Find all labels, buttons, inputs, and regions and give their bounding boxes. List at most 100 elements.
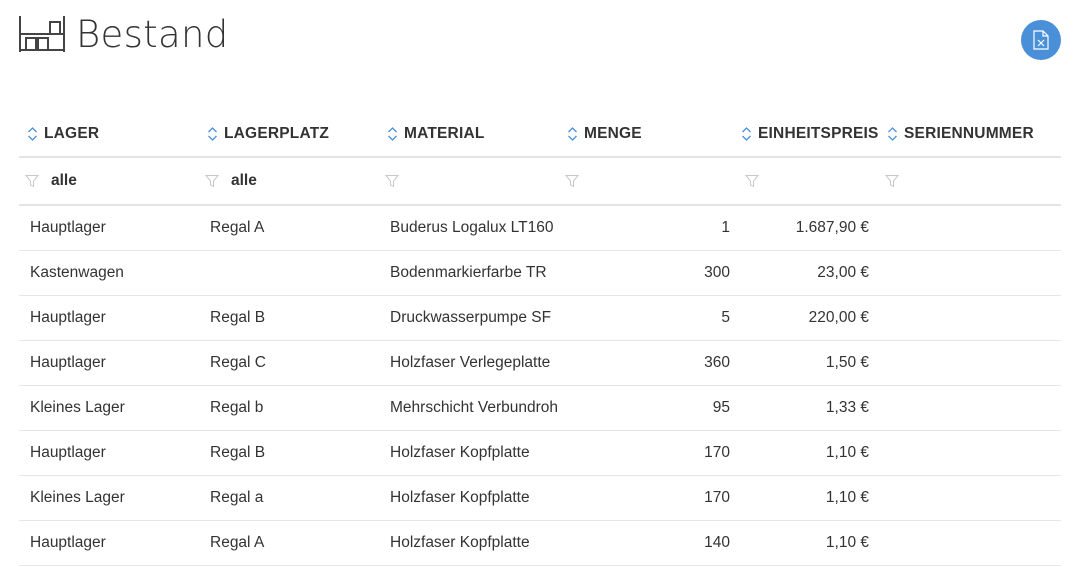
cell-text: Kleines Lager — [30, 399, 125, 416]
sort-icon[interactable] — [887, 126, 898, 142]
table-row[interactable]: Kleines Lager Regal b Mehrschicht Verbundr… — [19, 386, 1061, 431]
filter-icon[interactable] — [205, 174, 219, 188]
cell-text: Hauptlager — [30, 219, 106, 236]
warehouse-shelf-icon — [19, 16, 65, 52]
column-header-label: MENGE — [584, 125, 642, 142]
cell-material: Mehrschicht Verbundrohr — [379, 386, 559, 430]
cell-text: 300 — [704, 264, 730, 281]
filter-value[interactable]: alle — [51, 172, 77, 190]
column-header-menge[interactable]: MENGE — [559, 112, 739, 156]
cell-menge: 5 — [559, 296, 739, 340]
cell-text: 170 — [704, 444, 730, 461]
cell-lagerplatz: Regal b — [199, 386, 379, 430]
cell-text: Regal B — [210, 309, 266, 326]
cell-text: Regal B — [210, 444, 266, 461]
column-header-label: EINHEITSPREIS — [758, 125, 879, 142]
column-header-label: MATERIAL — [404, 125, 485, 142]
cell-lager: Kleines Lager — [19, 476, 199, 520]
sort-icon[interactable] — [27, 126, 38, 142]
cell-text: 1,33 € — [825, 399, 869, 416]
cell-seriennummer — [879, 341, 1061, 385]
column-header-seriennummer[interactable]: SERIENNUMMER — [879, 112, 1061, 156]
cell-text: 1.687,90 € — [795, 219, 869, 236]
cell-text: 140 — [704, 534, 730, 551]
cell-text: Holzfaser Kopfplatte — [390, 534, 530, 551]
sort-icon[interactable] — [567, 126, 578, 142]
table-row[interactable]: Kastenwagen Bodenmarkierfarbe TR 300 23,00 … — [19, 251, 1061, 296]
cell-text: Mehrschicht Verbundrohr — [390, 399, 559, 416]
table-row[interactable]: Kleines Lager Regal a Holzfaser Kopfplatte… — [19, 476, 1061, 521]
filter-icon[interactable] — [885, 174, 899, 188]
sort-icon[interactable] — [387, 126, 398, 142]
cell-text: Kastenwagen — [30, 264, 124, 281]
cell-text: Regal C — [210, 354, 266, 371]
cell-text: Regal b — [210, 399, 264, 416]
cell-menge: 140 — [559, 521, 739, 565]
cell-material: Holzfaser Kopfplatte — [379, 431, 559, 475]
filter-lager[interactable]: alle — [19, 158, 199, 204]
table-row[interactable]: Hauptlager Regal C Holzfaser Verlegeplatte… — [19, 341, 1061, 386]
cell-text: Buderus Logalux LT160 — [390, 219, 554, 236]
filter-icon[interactable] — [745, 174, 759, 188]
cell-menge: 300 — [559, 251, 739, 295]
excel-export-button[interactable] — [1021, 20, 1061, 60]
column-header-material[interactable]: MATERIAL — [379, 112, 559, 156]
cell-einheitspreis: 1.687,90 € — [739, 206, 879, 250]
filter-icon[interactable] — [25, 174, 39, 188]
cell-text: Hauptlager — [30, 309, 106, 326]
column-header-label: LAGERPLATZ — [224, 125, 330, 142]
filter-icon[interactable] — [385, 174, 399, 188]
table-row[interactable]: Hauptlager Regal A Holzfaser Kopfplatte 140… — [19, 521, 1061, 566]
table-header-row: LAGER LAGERPLATZ MATERIAL MENGE EINHEITSPREI… — [19, 112, 1061, 158]
cell-seriennummer — [879, 206, 1061, 250]
cell-text: 1,50 € — [825, 354, 869, 371]
cell-menge: 170 — [559, 476, 739, 520]
cell-einheitspreis: 23,00 € — [739, 251, 879, 295]
cell-lager: Hauptlager — [19, 341, 199, 385]
cell-text: 23,00 € — [817, 264, 869, 281]
cell-seriennummer — [879, 296, 1061, 340]
cell-text: 1,10 € — [825, 489, 869, 506]
column-header-lagerplatz[interactable]: LAGERPLATZ — [199, 112, 379, 156]
filter-value[interactable]: alle — [231, 172, 257, 190]
cell-lager: Hauptlager — [19, 431, 199, 475]
cell-einheitspreis: 1,10 € — [739, 521, 879, 565]
filter-einheitspreis[interactable] — [739, 158, 879, 204]
filter-icon[interactable] — [565, 174, 579, 188]
table-row[interactable]: Hauptlager Regal B Druckwasserpumpe SF 5 220… — [19, 296, 1061, 341]
cell-seriennummer — [879, 386, 1061, 430]
cell-einheitspreis: 1,10 € — [739, 431, 879, 475]
filter-lagerplatz[interactable]: alle — [199, 158, 379, 204]
cell-text: Bodenmarkierfarbe TR — [390, 264, 547, 281]
sort-icon[interactable] — [741, 126, 752, 142]
table-row[interactable]: Hauptlager Regal A Buderus Logalux LT160 1 1… — [19, 206, 1061, 251]
column-header-label: SERIENNUMMER — [904, 125, 1034, 142]
excel-export-icon — [1033, 30, 1049, 50]
cell-material: Druckwasserpumpe SF — [379, 296, 559, 340]
cell-text: Holzfaser Kopfplatte — [390, 489, 530, 506]
cell-seriennummer — [879, 251, 1061, 295]
cell-text: Regal a — [210, 489, 264, 506]
cell-lagerplatz: Regal a — [199, 476, 379, 520]
cell-einheitspreis: 1,50 € — [739, 341, 879, 385]
cell-einheitspreis: 220,00 € — [739, 296, 879, 340]
cell-text: Holzfaser Kopfplatte — [390, 444, 530, 461]
cell-material: Bodenmarkierfarbe TR — [379, 251, 559, 295]
cell-text: 95 — [712, 399, 730, 416]
filter-seriennummer[interactable] — [879, 158, 1061, 204]
cell-lager: Hauptlager — [19, 521, 199, 565]
inventory-table: LAGER LAGERPLATZ MATERIAL MENGE EINHEITSPREI… — [19, 112, 1061, 566]
cell-menge: 1 — [559, 206, 739, 250]
cell-lagerplatz — [199, 251, 379, 295]
table-body: Hauptlager Regal A Buderus Logalux LT160 1 1… — [19, 206, 1061, 566]
cell-menge: 360 — [559, 341, 739, 385]
column-header-label: LAGER — [44, 125, 100, 142]
filter-menge[interactable] — [559, 158, 739, 204]
sort-icon[interactable] — [207, 126, 218, 142]
column-header-einheitspreis[interactable]: EINHEITSPREIS — [739, 112, 879, 156]
cell-text: 360 — [704, 354, 730, 371]
table-row[interactable]: Hauptlager Regal B Holzfaser Kopfplatte 170… — [19, 431, 1061, 476]
filter-material[interactable] — [379, 158, 559, 204]
column-header-lager[interactable]: LAGER — [19, 112, 199, 156]
cell-seriennummer — [879, 431, 1061, 475]
